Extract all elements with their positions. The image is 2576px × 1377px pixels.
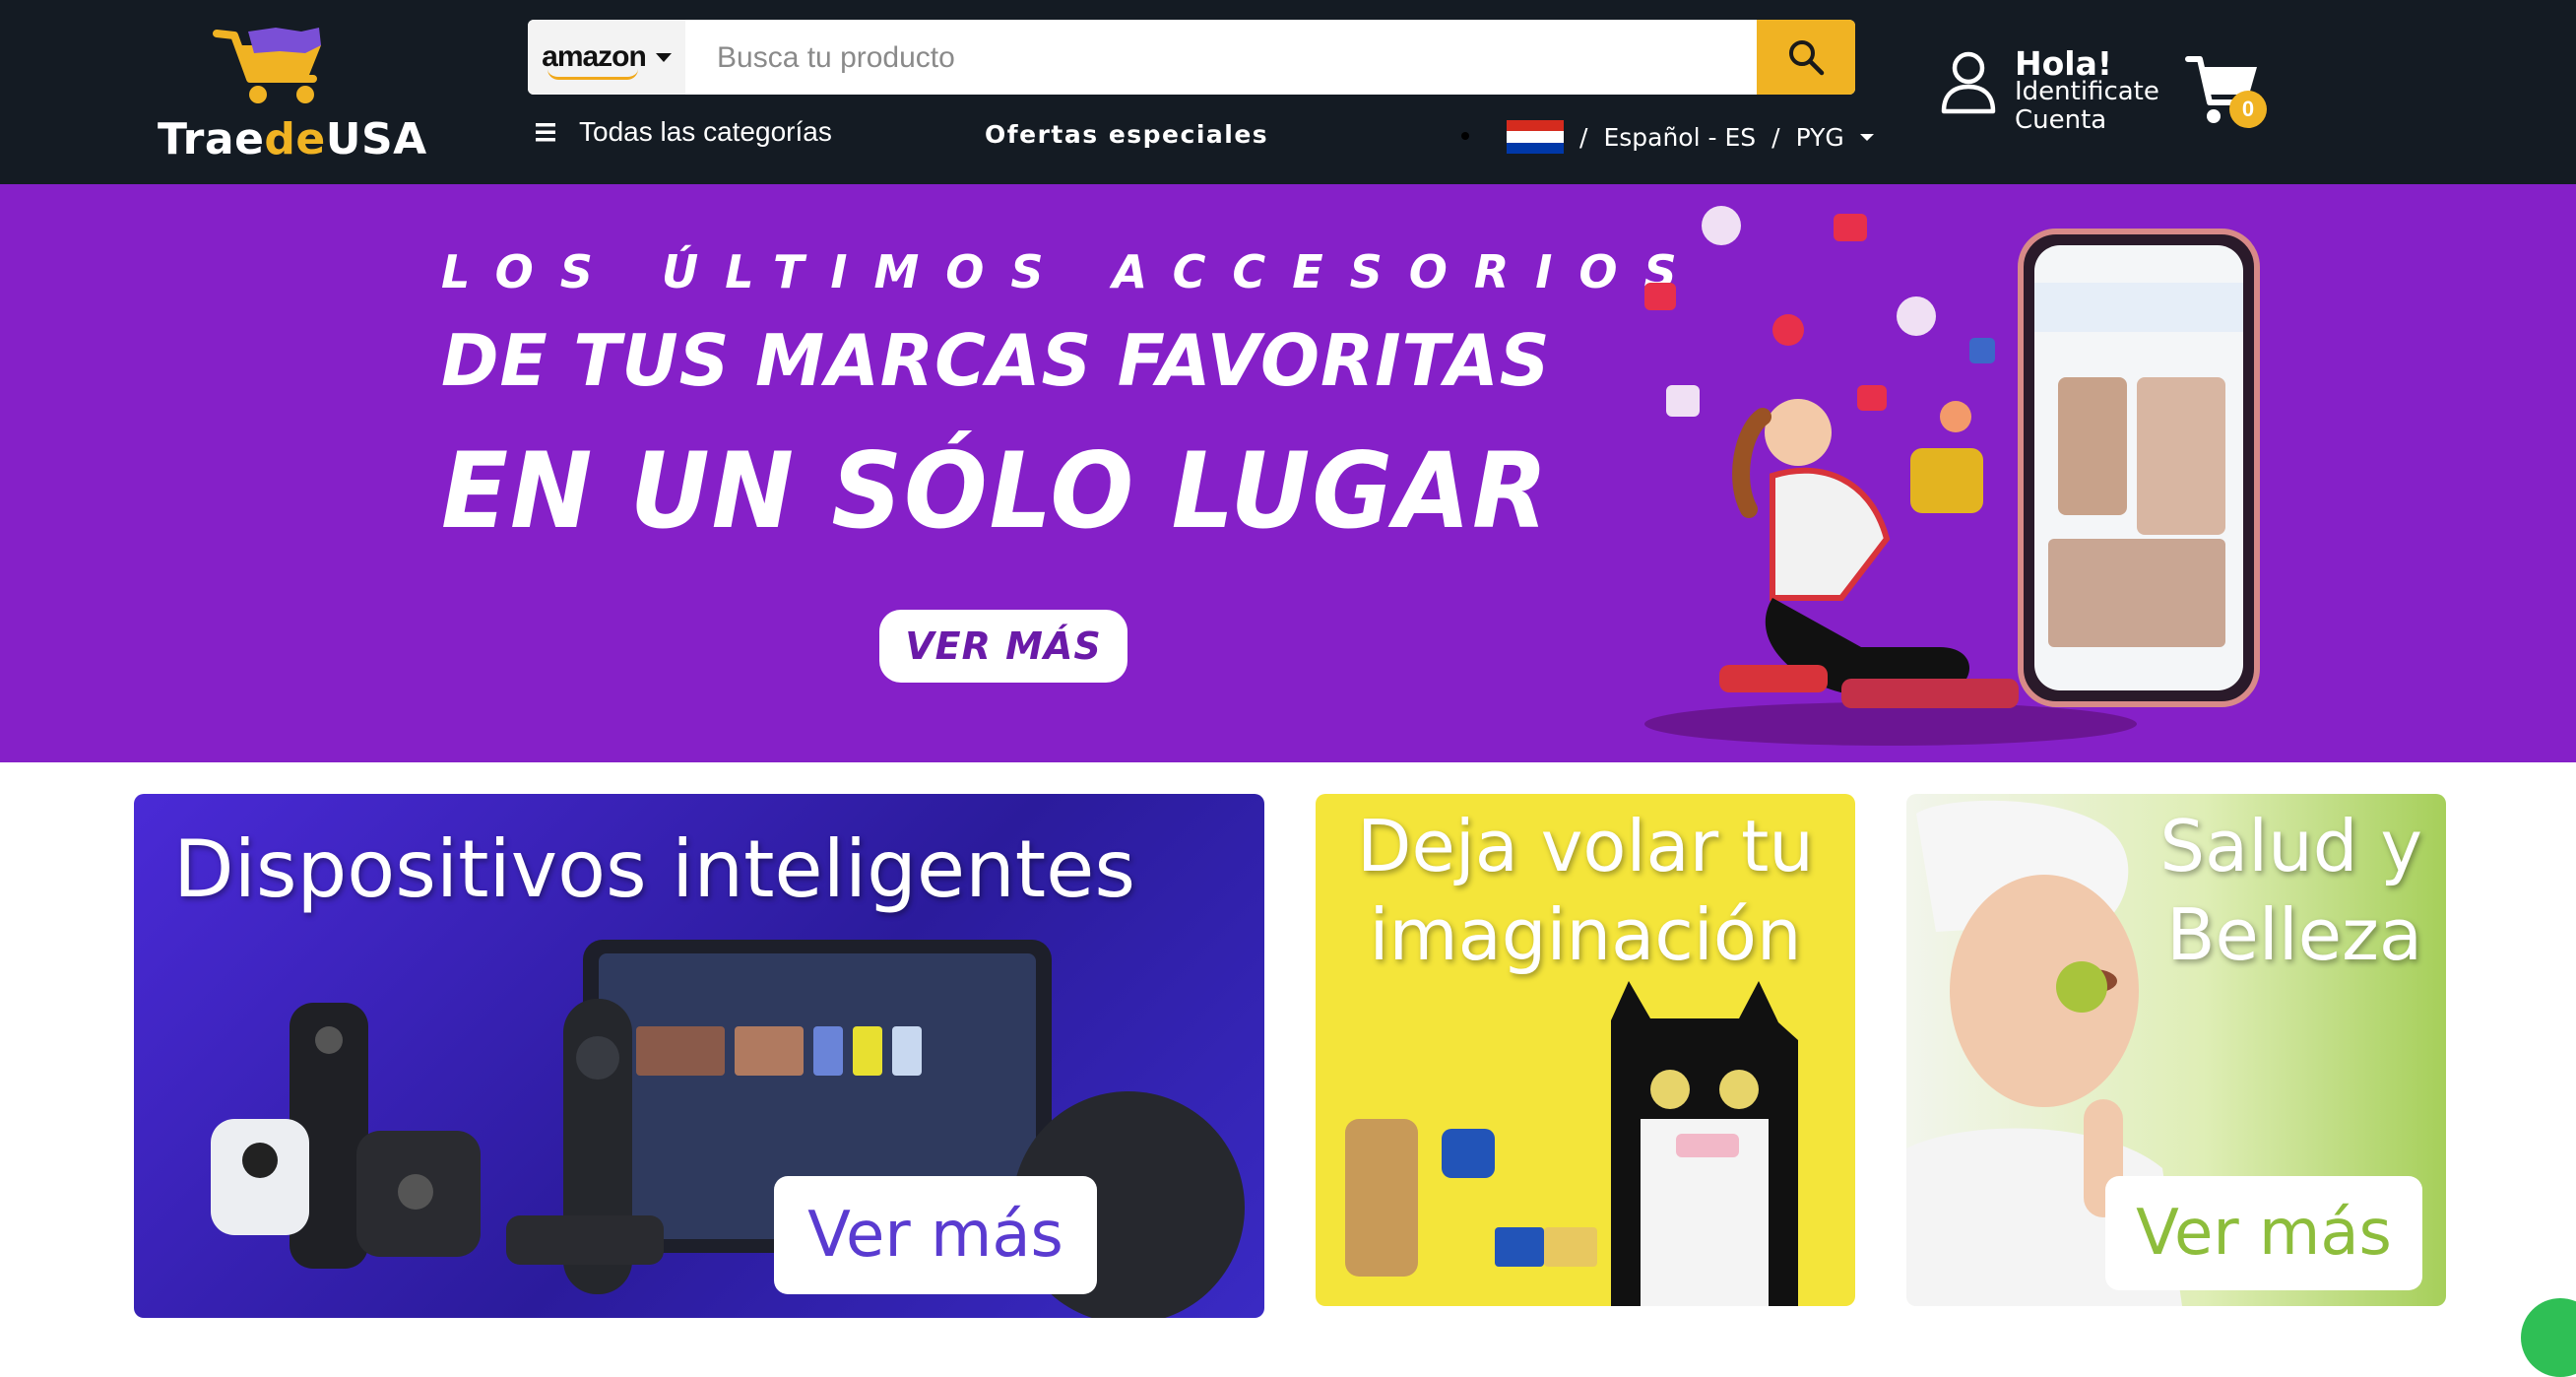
paraguay-flag-icon [1507, 120, 1564, 154]
locale-separator: / [1771, 122, 1780, 152]
whatsapp-icon[interactable] [2521, 1298, 2576, 1377]
store-dropdown[interactable]: amazon [528, 20, 685, 95]
promo-card-health-beauty[interactable]: Salud y Belleza Ver más [1906, 794, 2446, 1306]
hero-shopping-illustration [1644, 206, 2260, 746]
sign-in-label: Identificate [2015, 77, 2159, 106]
search-icon [1789, 40, 1825, 76]
search-input[interactable] [715, 20, 1704, 95]
locale-selector[interactable]: / Español - ES / PYG [1507, 120, 1874, 154]
currency-label: PYG [1795, 122, 1844, 152]
promo-card-toys[interactable]: Deja volar tu imaginación [1316, 794, 1855, 1306]
hero-banner[interactable]: LOS ÚLTIMOS ACCESORIOS DE TUS MARCAS FAV… [0, 184, 2576, 762]
ver-mas-button-devices[interactable]: Ver más [774, 1176, 1097, 1294]
hero-ver-mas-button[interactable]: VER MÁS [879, 610, 1127, 683]
promo-title-beauty-line-2: Belleza [2166, 893, 2422, 976]
search-button[interactable] [1757, 20, 1855, 95]
promo-title-beauty-line-1: Salud y [2159, 805, 2422, 887]
cart-logo-icon [213, 28, 321, 103]
all-categories-menu[interactable]: Todas las categorías [534, 116, 832, 148]
promo-title-beauty: Salud y Belleza [2159, 802, 2422, 979]
search-bar: amazon [528, 20, 1855, 95]
account-link[interactable]: Hola! Identificate Cuenta [1940, 44, 2159, 135]
hero-line-3: EN UN SÓLO LUGAR [441, 430, 1550, 552]
hero-line-1: LOS ÚLTIMOS ACCESORIOS [441, 245, 1704, 298]
chevron-down-icon [1859, 133, 1874, 141]
account-greeting: Hola! [2015, 44, 2112, 83]
special-offers-link[interactable]: Ofertas especiales [985, 120, 1268, 149]
menu-icon [536, 123, 555, 142]
all-categories-label: Todas las categorías [579, 116, 832, 147]
cart-count-badge: 0 [2229, 91, 2267, 128]
promo-card-smart-devices[interactable]: Dispositivos inteligentes Ver más [134, 794, 1264, 1318]
promo-title-toys-line-2: imaginación [1369, 893, 1802, 976]
language-label: Español - ES [1603, 122, 1757, 152]
promo-title-toys: Deja volar tu imaginación [1349, 802, 1822, 979]
ver-mas-button-beauty[interactable]: Ver más [2105, 1176, 2422, 1290]
store-label: amazon [542, 40, 647, 80]
divider-dot [1461, 132, 1469, 140]
chevron-down-icon [655, 52, 672, 62]
site-logo[interactable]: TraedeUSA [148, 24, 426, 171]
promo-title-toys-line-1: Deja volar tu [1357, 805, 1814, 887]
user-icon [1941, 51, 1996, 114]
header: TraedeUSA amazon Todas las categorías Of… [0, 0, 2576, 184]
hero-line-2: DE TUS MARCAS FAVORITAS [441, 319, 1551, 402]
locale-separator: / [1579, 122, 1588, 152]
account-label: Cuenta [2015, 105, 2107, 135]
logo-text: TraedeUSA [158, 114, 427, 164]
